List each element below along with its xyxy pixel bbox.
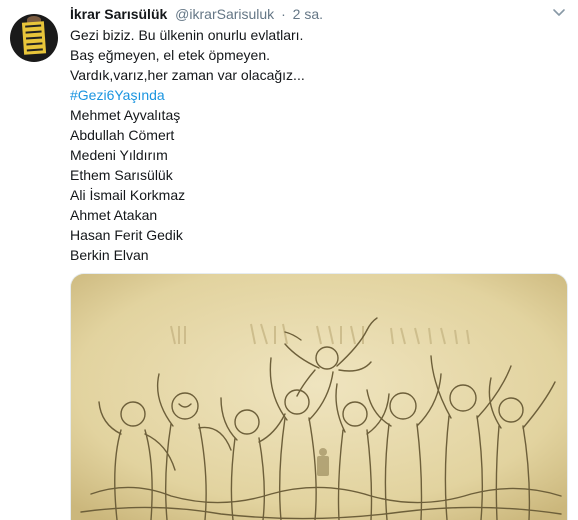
tweet-media-image[interactable] bbox=[70, 273, 568, 520]
tweet-header: İkrar Sarısülük @ikrarSarisuluk · 2 sa. bbox=[70, 5, 323, 23]
tweet-line: Gezi biziz. Bu ülkenin onurlu evlatları. bbox=[70, 27, 304, 43]
header-separator: · bbox=[281, 6, 286, 22]
hashtag-link[interactable]: #Gezi6Yaşında bbox=[70, 85, 560, 105]
name-line: Medeni Yıldırım bbox=[70, 147, 168, 163]
tweet-text: Gezi biziz. Bu ülkenin onurlu evlatları.… bbox=[70, 25, 560, 265]
name-line: Ali İsmail Korkmaz bbox=[70, 187, 186, 203]
author-name[interactable]: İkrar Sarısülük bbox=[70, 6, 167, 22]
name-line: Berkin Elvan bbox=[70, 247, 149, 263]
name-line: Mehmet Ayvalıtaş bbox=[70, 107, 181, 123]
avatar[interactable] bbox=[10, 14, 58, 62]
chevron-down-icon[interactable] bbox=[550, 6, 568, 20]
author-handle[interactable]: @ikrarSarisuluk bbox=[175, 6, 274, 22]
tweet-timestamp[interactable]: 2 sa. bbox=[293, 6, 323, 22]
avatar-sign bbox=[21, 21, 47, 55]
tweet-line: Baş eğmeyen, el etek öpmeyen. bbox=[70, 47, 271, 63]
name-line: Abdullah Cömert bbox=[70, 127, 175, 143]
tweet-line: Vardık,varız,her zaman var olacağız... bbox=[70, 67, 305, 83]
name-line: Ethem Sarısülük bbox=[70, 167, 173, 183]
name-line: Hasan Ferit Gedik bbox=[70, 227, 183, 243]
sketch-illustration bbox=[71, 274, 567, 520]
name-line: Ahmet Atakan bbox=[70, 207, 158, 223]
